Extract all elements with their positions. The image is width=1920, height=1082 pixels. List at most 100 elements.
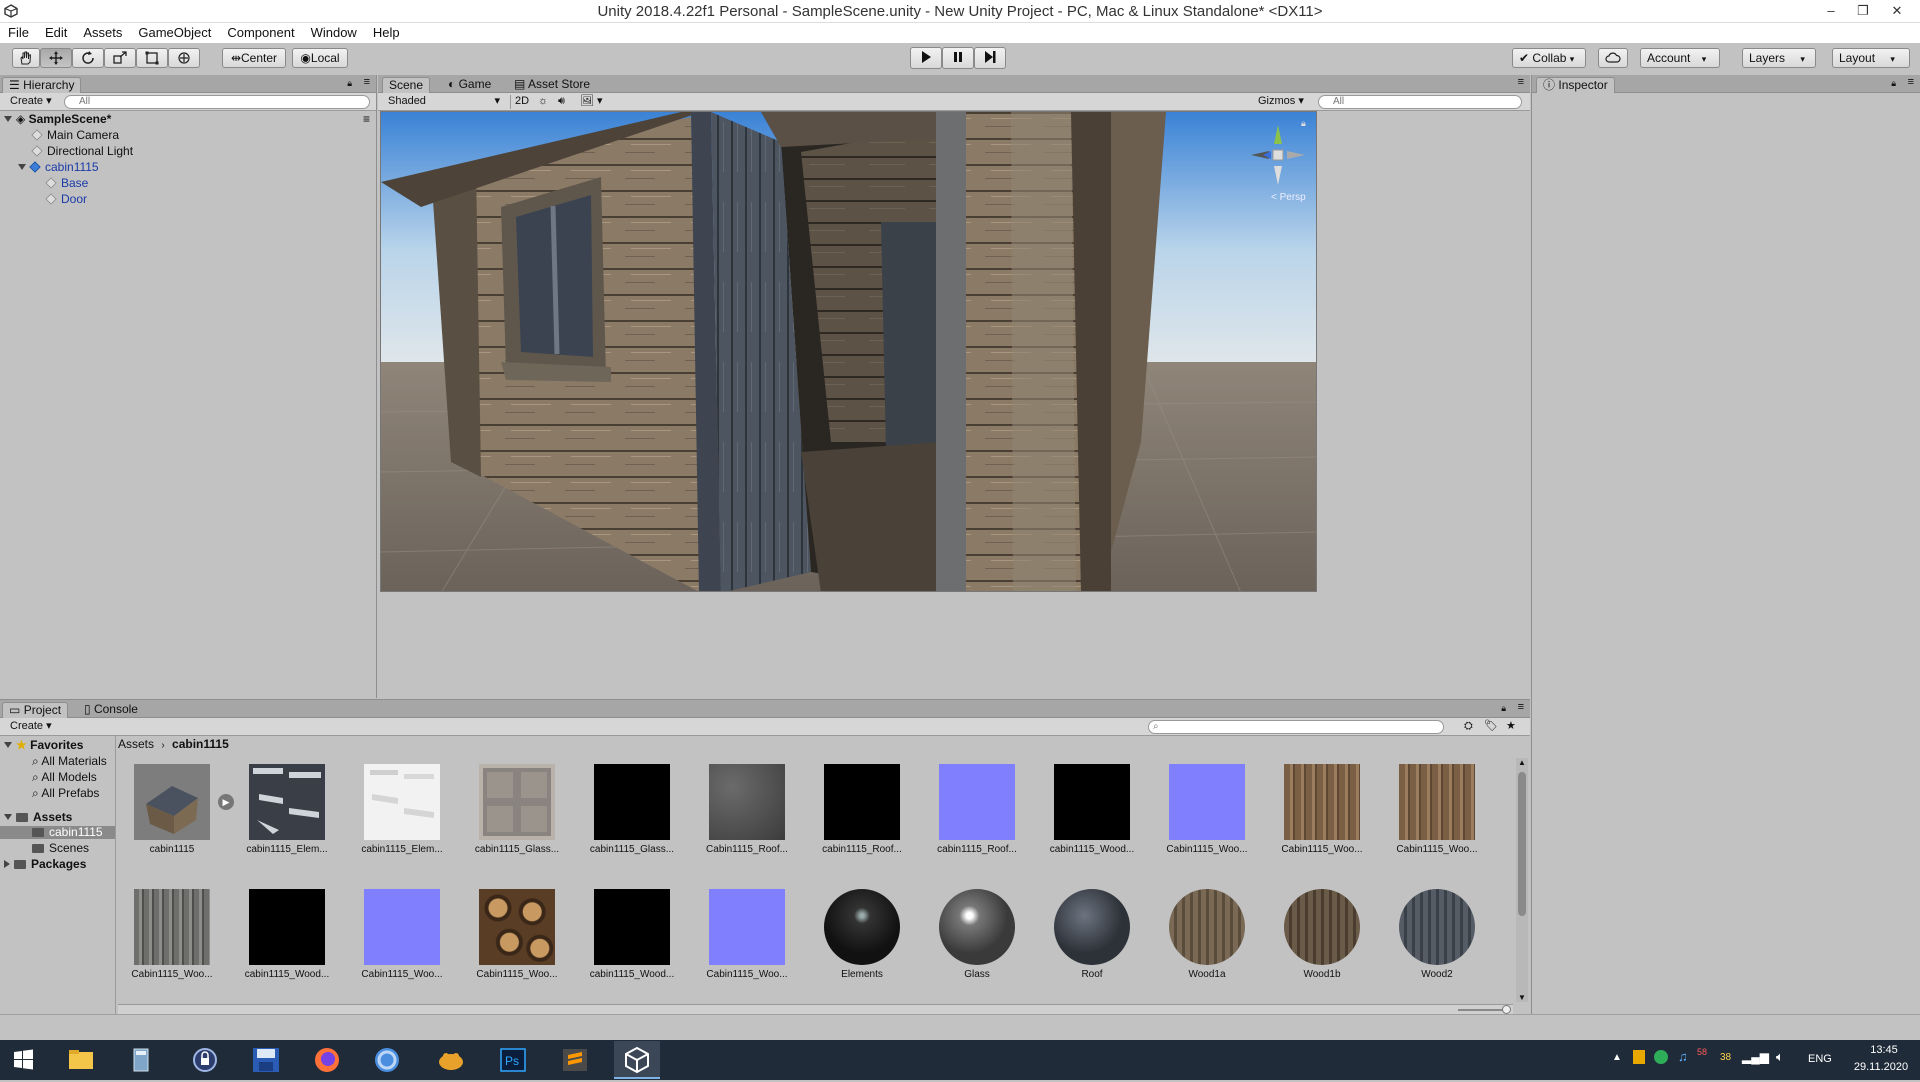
asset-thumbnail-tex-logs[interactable] [479,889,555,965]
menu-file[interactable]: File [0,23,37,40]
hierarchy-search-input[interactable]: All [64,95,370,109]
favorites-row[interactable]: ★ Favorites [4,739,83,752]
hierarchy-item-cabin1115[interactable]: cabin1115 [18,159,99,175]
sublime-icon[interactable] [552,1041,598,1079]
layers-dropdown[interactable]: Layers ▾ [1742,48,1816,68]
favorite-all-models[interactable]: ⌕ All Models [32,771,97,784]
tab-game[interactable]: ◐ Game [442,77,497,93]
lock-icon[interactable]: 🔒︎ [1301,118,1306,129]
chrome-icon[interactable] [364,1041,410,1079]
expand-arrow-icon[interactable] [4,814,12,820]
asset-thumbnail-tex-dark-parts[interactable] [249,764,325,840]
rect-tool-icon[interactable] [136,48,168,68]
thumbnail-size-slider[interactable] [1458,1009,1508,1011]
persp-label[interactable]: < Persp [1271,192,1306,203]
asset-thumbnail-tex-light-parts[interactable] [364,764,440,840]
panel-menu-icon[interactable]: ≡ [1518,76,1524,88]
cloud-button[interactable] [1598,48,1628,68]
panel-menu-icon[interactable]: ≡ [364,76,370,88]
asset-thumbnail-mat-wood-grey[interactable] [1399,889,1475,965]
hierarchy-create-dropdown[interactable]: Create ▾ [6,95,56,109]
orientation-gizmo[interactable] [1243,120,1313,190]
asset-thumbnail-mat-roof[interactable] [1054,889,1130,965]
pivot-center-button[interactable]: ⇹Center [222,48,286,68]
expand-arrow-icon[interactable] [4,116,12,122]
breadcrumb-assets[interactable]: Assets [118,737,154,751]
menu-component[interactable]: Component [219,23,302,40]
move-tool-icon[interactable] [40,48,72,68]
tab-asset-store[interactable]: ▤ Asset Store [508,77,596,93]
windows-start-icon[interactable] [0,1041,46,1079]
tab-inspector[interactable]: ⓘ Inspector [1536,77,1615,93]
pause-button[interactable] [942,47,974,69]
scroll-thumb[interactable] [1518,772,1526,916]
favorite-all-materials[interactable]: ⌕ All Materials [32,755,107,768]
volume-icon[interactable]: 🔈︎ [1776,1049,1784,1065]
save-disk-icon[interactable] [243,1041,289,1079]
tab-scene[interactable]: Scene [382,77,431,93]
scroll-up-icon[interactable]: ▲ [1516,758,1528,767]
assets-root-row[interactable]: Assets [4,811,72,824]
clock-time[interactable]: 13:45 [1854,1044,1914,1056]
asset-thumbnail-tex-glass[interactable] [479,764,555,840]
step-button[interactable] [974,47,1006,69]
folder-scenes[interactable]: Scenes [32,842,89,855]
tab-hierarchy[interactable]: ☰ Hierarchy [2,77,82,93]
scene-viewport[interactable]: < Persp 🔒︎ [380,111,1317,592]
hierarchy-item-base[interactable]: Base [45,175,88,191]
space-local-button[interactable]: ◉Local [292,48,348,68]
hierarchy-item-directional-light[interactable]: Directional Light [31,143,133,159]
hierarchy-item-door[interactable]: Door [45,191,87,207]
packages-row[interactable]: Packages [4,858,86,871]
tray-app-icon-a[interactable] [1633,1050,1645,1064]
folder-cabin1115[interactable]: cabin1115 [0,826,115,839]
scene-search-input[interactable]: All [1318,95,1522,109]
asset-thumbnail-tex-normal[interactable] [364,889,440,965]
hand-tool-icon[interactable] [12,48,40,68]
asset-thumbnail-mat-dark[interactable] [824,889,900,965]
gizmos-dropdown[interactable]: Gizmos ▾ [1254,95,1308,109]
favorite-star-icon[interactable]: ★ [1502,720,1520,734]
asset-thumbnail-tex-grey[interactable] [709,764,785,840]
network-icon[interactable]: ▂▄▆ [1742,1050,1769,1064]
asset-thumbnail-tex-normal[interactable] [1169,764,1245,840]
shading-mode-dropdown[interactable]: Shaded ▾ [384,95,502,109]
tray-expand-icon[interactable]: ▲ [1612,1052,1622,1063]
transform-tool-icon[interactable] [168,48,200,68]
asset-thumbnail-model[interactable] [134,764,210,840]
filter-by-label-icon[interactable]: 🏷︎ [1480,720,1502,734]
asset-thumbnail-tex-black[interactable] [1054,764,1130,840]
menu-assets[interactable]: Assets [75,23,130,40]
lock-icon[interactable]: 🔒︎ [1891,78,1896,89]
asset-thumbnail-tex-wood-grey[interactable] [134,889,210,965]
toggle-2d-button[interactable]: 2D [510,95,533,109]
hierarchy-item-main-camera[interactable]: Main Camera [31,127,119,143]
expand-asset-icon[interactable]: ▶ [218,794,234,810]
lock-icon[interactable]: 🔒︎ [1501,703,1506,714]
asset-thumbnail-tex-normal[interactable] [939,764,1015,840]
tray-music-icon[interactable]: ♫ [1678,1049,1688,1064]
effects-toggle-icon[interactable]: 🖼︎ ▾ [576,95,607,109]
tab-project[interactable]: ▭ Project [2,702,69,718]
unity-icon[interactable] [614,1041,660,1079]
account-dropdown[interactable]: Account ▾ [1640,48,1720,68]
layout-dropdown[interactable]: Layout ▾ [1832,48,1910,68]
asset-thumbnail-tex-black[interactable] [824,764,900,840]
audio-toggle-icon[interactable]: 🔊︎ [554,95,569,109]
filter-by-type-icon[interactable]: ⛭ [1460,720,1477,734]
asset-thumbnail-tex-black[interactable] [594,889,670,965]
menu-help[interactable]: Help [365,23,408,40]
lock-icon[interactable]: 🔒︎ [347,78,352,89]
breadcrumb-cabin1115[interactable]: cabin1115 [172,737,229,751]
expand-arrow-icon[interactable] [18,164,26,170]
firefox-icon[interactable] [304,1041,350,1079]
scale-tool-icon[interactable] [104,48,136,68]
tab-console[interactable]: ▯ Console [78,702,144,718]
keepass-icon[interactable] [182,1041,228,1079]
close-button[interactable]: ✕ [1874,0,1920,23]
menu-window[interactable]: Window [303,23,365,40]
scene-root-row[interactable]: ◈ SampleScene* ≡ [4,111,374,127]
asset-thumbnail-mat-wood2[interactable] [1284,889,1360,965]
scroll-down-icon[interactable]: ▼ [1516,993,1528,1002]
favorite-all-prefabs[interactable]: ⌕ All Prefabs [32,787,99,800]
